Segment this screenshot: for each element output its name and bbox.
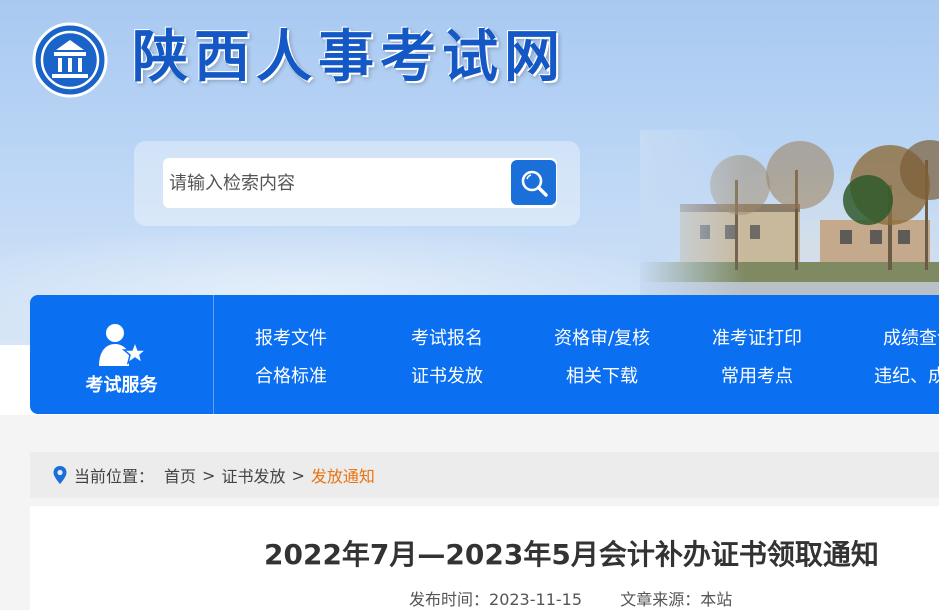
source-label: 文章来源： [620,590,701,609]
breadcrumb: 当前位置： 首页 > 证书发放 > 发放通知 [30,452,939,498]
breadcrumb-separator: > [202,465,216,485]
article-meta: 发布时间：2023-11-15 文章来源：本站 [409,586,732,610]
nav-link-downloads[interactable]: 相关下载 [566,362,638,388]
nav-link-exam-documents[interactable]: 报考文件 [255,324,327,350]
site-logo-emblem [32,22,108,98]
exam-service-label: 考试服务 [85,375,158,396]
search-icon [521,170,548,197]
nav-link-certificate-issuance[interactable]: 证书发放 [411,362,483,388]
exam-service-block[interactable]: 考试服务 [30,295,214,414]
breadcrumb-prefix: 当前位置： [74,467,155,486]
nav-link-score-query[interactable]: 成绩查询 [883,324,939,350]
search-button[interactable] [511,160,556,205]
site-title: 陕西人事考试网 [132,25,566,90]
breadcrumb-current[interactable]: 发放通知 [311,463,375,487]
publish-date: 2023-11-15 [489,590,582,609]
nav-link-passing-standard[interactable]: 合格标准 [255,362,327,388]
nav-link-admission-ticket[interactable]: 准考证打印 [712,324,802,350]
breadcrumb-certificate[interactable]: 证书发放 [221,463,285,487]
source-value: 本站 [700,590,733,609]
nav-link-exam-sites[interactable]: 常用考点 [721,362,793,388]
breadcrumb-separator: > [291,465,305,485]
article-title: 2022年7月—2023年5月会计补办证书领取通知 [264,538,879,571]
nav-link-violations-scores[interactable]: 违纪、成绩 [874,362,939,388]
location-pin-icon [53,466,67,484]
nav-link-exam-registration[interactable]: 考试报名 [411,324,483,350]
main-nav: 考试服务 报考文件 考试报名 资格审/复核 准考证打印 成绩查询 合格标准 证书… [30,295,939,414]
publish-label: 发布时间： [409,590,490,609]
nav-link-qualification-review[interactable]: 资格审/复核 [554,324,650,350]
breadcrumb-home[interactable]: 首页 [164,463,196,487]
user-star-icon [99,324,147,366]
search-input[interactable] [163,158,557,208]
